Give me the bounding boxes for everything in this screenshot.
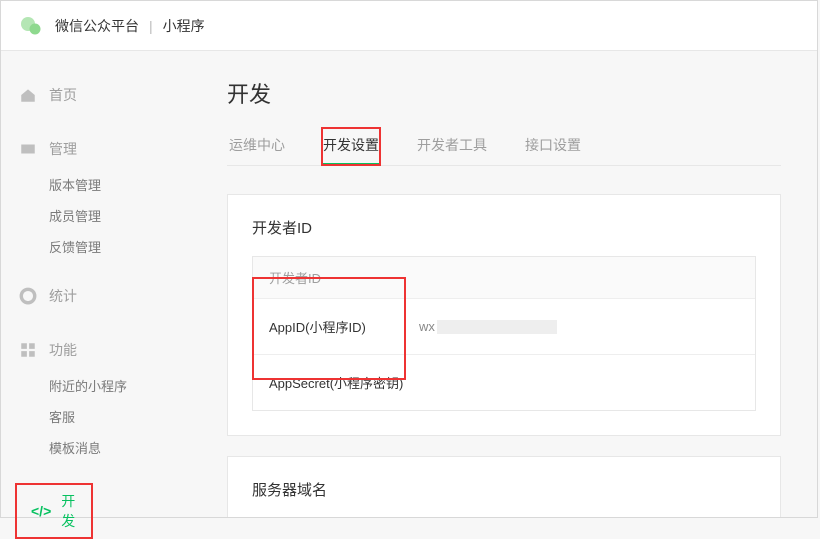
tab-dev-settings[interactable]: 开发设置 [321, 127, 381, 166]
row-appsecret: AppSecret(小程序密钥) [253, 354, 755, 410]
tabs: 运维中心 开发设置 开发者工具 接口设置 [227, 127, 781, 166]
sidebar: 首页 管理 版本管理 成员管理 反馈管理 统计 功能 附近的小程序 [1, 51, 191, 517]
tray-icon [19, 140, 37, 158]
sidebar-group-manage[interactable]: 管理 [1, 133, 191, 165]
developer-id-card: 开发者ID 开发者ID AppID(小程序ID) wx AppSecret(小程… [227, 194, 781, 436]
sidebar-item-feedback[interactable]: 反馈管理 [49, 231, 191, 262]
appsecret-label: AppSecret(小程序密钥) [269, 373, 419, 392]
sidebar-item-home[interactable]: 首页 [1, 79, 191, 111]
tab-api-settings[interactable]: 接口设置 [523, 127, 583, 165]
sidebar-item-nearby[interactable]: 附近的小程序 [49, 370, 191, 401]
sidebar-item-dev[interactable]: </> 开发 [15, 483, 93, 539]
main-content: 开发 运维中心 开发设置 开发者工具 接口设置 开发者ID 开发者ID AppI… [191, 51, 817, 517]
code-icon: </> [31, 503, 51, 519]
tab-dev-tools[interactable]: 开发者工具 [415, 127, 489, 165]
developer-id-table: 开发者ID AppID(小程序ID) wx AppSecret(小程序密钥) [252, 256, 756, 411]
sidebar-item-template[interactable]: 模板消息 [49, 432, 191, 463]
server-domain-card: 服务器域名 [227, 456, 781, 517]
row-appid: AppID(小程序ID) wx [253, 299, 755, 354]
sidebar-item-service[interactable]: 客服 [49, 401, 191, 432]
tab-ops[interactable]: 运维中心 [227, 127, 287, 165]
card-title: 开发者ID [252, 217, 756, 238]
appid-value: wx [419, 319, 557, 335]
page-title: 开发 [227, 77, 781, 109]
wechat-logo-icon [19, 14, 43, 38]
appid-label: AppID(小程序ID) [269, 317, 419, 336]
sidebar-item-members[interactable]: 成员管理 [49, 200, 191, 231]
sidebar-item-stats[interactable]: 统计 [1, 280, 191, 312]
brand-title: 微信公众平台|小程序 [55, 16, 205, 36]
grid-icon [19, 341, 37, 359]
card-title: 服务器域名 [252, 479, 756, 500]
topbar: 微信公众平台|小程序 [1, 1, 817, 51]
sidebar-group-func[interactable]: 功能 [1, 334, 191, 366]
sidebar-item-version[interactable]: 版本管理 [49, 169, 191, 200]
table-head: 开发者ID [253, 257, 755, 299]
chart-icon [19, 287, 37, 305]
home-icon [19, 86, 37, 104]
